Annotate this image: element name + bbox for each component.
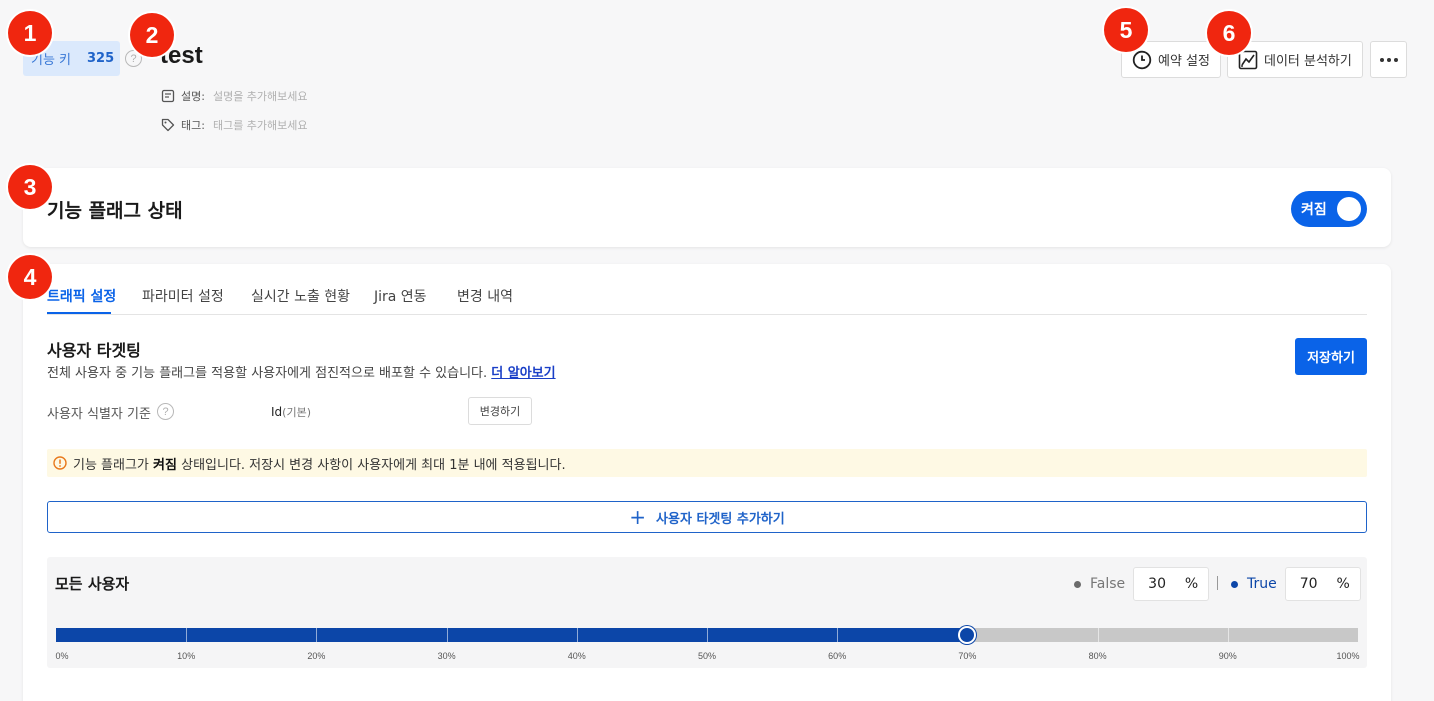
note-icon <box>161 89 175 103</box>
false-label: False <box>1090 576 1126 592</box>
add-targeting-label: 사용자 타겟팅 추가하기 <box>656 511 785 527</box>
marker-6: 6 <box>1207 11 1251 55</box>
notice-text-post: 상태입니다. 저장시 변경 사항이 사용자에게 최대 1분 내에 적용됩니다. <box>181 457 566 473</box>
all-users-distribution: 모든 사용자 False 30 % True 70 % 0% 10% 20% 30% 4… <box>47 557 1367 668</box>
distribution-slider[interactable] <box>56 626 1358 644</box>
toggle-knob <box>1337 197 1361 221</box>
chart-icon <box>1238 50 1258 69</box>
flag-status-card <box>23 168 1391 247</box>
description-placeholder[interactable]: 설명을 추가해보세요 <box>213 88 308 104</box>
targeting-description: 전체 사용자 중 기능 플래그를 적용할 사용자에게 점진적으로 배포할 수 있… <box>47 362 556 381</box>
tag-icon <box>161 118 175 132</box>
change-identifier-button[interactable]: 변경하기 <box>468 397 532 425</box>
marker-4: 4 <box>8 255 52 299</box>
description-label: 설명: <box>181 90 205 103</box>
slider-tick <box>316 628 318 642</box>
learn-more-link[interactable]: 더 알아보기 <box>491 366 555 381</box>
tab-parameter-settings[interactable]: 파라미터 설정 <box>142 286 224 306</box>
slider-tick <box>576 628 578 642</box>
add-user-targeting-button[interactable]: + 사용자 타겟팅 추가하기 <box>47 501 1367 533</box>
slider-tick-label: 100% <box>1336 651 1360 661</box>
toggle-label: 켜짐 <box>1301 202 1327 218</box>
warning-icon <box>53 456 67 470</box>
tag-row[interactable]: 태그: 태그를 추가해보세요 <box>161 117 308 133</box>
plus-icon: + <box>629 505 647 529</box>
targeting-title: 사용자 타겟팅 <box>47 341 141 360</box>
true-dot-icon <box>1231 580 1238 588</box>
save-button[interactable]: 저장하기 <box>1295 338 1367 375</box>
slider-tick-label: 0% <box>55 651 69 661</box>
tab-traffic-settings[interactable]: 트래픽 설정 <box>47 286 116 306</box>
slider-tick-label: 60% <box>828 651 847 661</box>
slider-tick-label: 90% <box>1218 651 1237 661</box>
slider-thumb[interactable] <box>958 626 977 644</box>
analyze-button-label: 데이터 분석하기 <box>1264 54 1352 69</box>
flag-status-title: 기능 플래그 상태 <box>47 200 183 222</box>
true-percent-input[interactable]: 70 % <box>1284 567 1361 601</box>
slider-tick <box>446 628 448 642</box>
analyze-data-button[interactable]: 데이터 분석하기 <box>1227 41 1363 78</box>
true-percent-value: 70 <box>1299 576 1318 592</box>
slider-tick-label: 10% <box>177 651 196 661</box>
slider-tick <box>1097 628 1099 642</box>
active-tab-indicator <box>47 312 111 314</box>
tab-bar: 트래픽 설정 파라미터 설정 실시간 노출 현황 Jira 연동 변경 내역 <box>47 278 1367 315</box>
slider-tick-label: 30% <box>437 651 456 661</box>
identifier-default-label: (기본) <box>282 406 311 419</box>
marker-2: 2 <box>130 13 174 57</box>
slider-tick-label: 20% <box>307 651 326 661</box>
tag-placeholder[interactable]: 태그를 추가해보세요 <box>213 117 308 133</box>
notice-text-bold: 켜짐 <box>153 457 177 473</box>
true-label: True <box>1247 576 1277 592</box>
true-group: True 70 % <box>1231 567 1361 601</box>
tag-label: 태그: <box>181 119 205 132</box>
schedule-button-label: 예약 설정 <box>1158 54 1210 69</box>
slider-tick <box>707 628 708 642</box>
slider-tick <box>837 628 839 642</box>
marker-1: 1 <box>8 11 52 55</box>
slider-tick-label: 70% <box>958 651 977 661</box>
identifier-help-icon[interactable]: ? <box>157 403 174 420</box>
slider-tick-label: 40% <box>567 651 586 661</box>
marker-3: 3 <box>8 165 52 209</box>
true-percent-unit: % <box>1336 576 1350 592</box>
tab-realtime-exposure[interactable]: 실시간 노출 현황 <box>251 286 350 306</box>
slider-tick-label: 80% <box>1088 651 1107 661</box>
description-row[interactable]: 설명: 설명을 추가해보세요 <box>161 88 308 104</box>
identifier-value: Id(기본) <box>271 404 311 420</box>
identifier-value-text: Id <box>271 405 283 419</box>
clock-icon <box>1132 50 1152 69</box>
slider-tick <box>1227 628 1229 642</box>
slider-fill <box>56 628 968 642</box>
notice-text-pre: 기능 플래그가 <box>73 457 149 473</box>
false-dot-icon <box>1074 580 1081 588</box>
slider-tick-label: 50% <box>697 651 717 661</box>
more-dots-icon <box>1379 57 1384 62</box>
feature-key-number: 325 <box>87 51 115 66</box>
more-options-button[interactable] <box>1370 41 1407 78</box>
flag-status-toggle[interactable]: 켜짐 <box>1291 191 1367 227</box>
false-percent-input[interactable]: 30 % <box>1133 567 1210 601</box>
identifier-label-row: 사용자 식별자 기준 <box>47 403 151 422</box>
tab-jira-integration[interactable]: Jira 연동 <box>374 286 427 306</box>
group-divider <box>1217 576 1218 590</box>
false-percent-unit: % <box>1184 576 1199 592</box>
slider-tick <box>186 628 188 642</box>
false-group: False 30 % <box>1074 567 1210 601</box>
targeting-description-text: 전체 사용자 중 기능 플래그를 적용할 사용자에게 점진적으로 배포할 수 있… <box>47 366 488 381</box>
distribution-title: 모든 사용자 <box>55 575 130 593</box>
false-percent-value: 30 <box>1148 576 1166 592</box>
marker-5: 5 <box>1104 8 1148 52</box>
status-notice: 기능 플래그가 켜짐 상태입니다. 저장시 변경 사항이 사용자에게 최대 1분… <box>47 449 1367 477</box>
tab-change-history[interactable]: 변경 내역 <box>457 286 513 306</box>
identifier-label: 사용자 식별자 기준 <box>47 407 151 422</box>
